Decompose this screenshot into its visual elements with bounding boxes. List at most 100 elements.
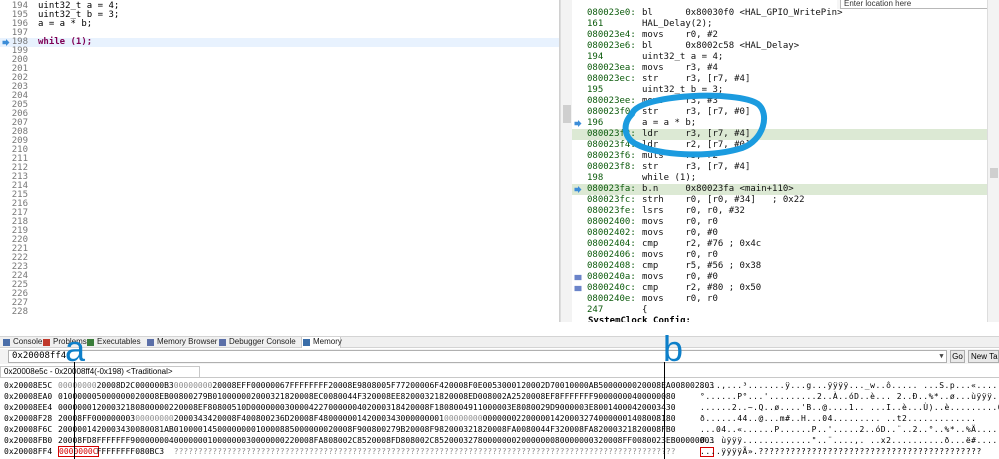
memory-word[interactable]: 20003278 xyxy=(444,435,483,446)
memory-word[interactable]: 0800279B xyxy=(174,391,213,402)
memory-word[interactable]: 010000AB xyxy=(560,380,599,391)
memory-word[interactable]: 00000067 xyxy=(251,380,290,391)
memory-word[interactable]: 20008F18 xyxy=(405,402,444,413)
go-button[interactable]: Go xyxy=(950,350,965,363)
memory-grid[interactable]: 0x20008E5C 00000000 20008D2C 000000B3 000000… xyxy=(0,377,999,459)
memory-word[interactable]: 00000004 xyxy=(598,391,637,402)
disassembly-view[interactable]: 080023e0: bl 0x80030f0 <HAL_GPIO_WritePin… xyxy=(572,0,999,322)
memory-word[interactable]: 00000003 xyxy=(251,402,290,413)
editor-scrollbar-thumb[interactable] xyxy=(563,105,571,123)
memory-word[interactable]: ???????? xyxy=(598,446,637,457)
memory-word[interactable]: 080029D9 xyxy=(521,402,560,413)
memory-word[interactable]: 50000000 xyxy=(97,391,136,402)
memory-word[interactable]: 20008EA0 xyxy=(637,380,676,391)
memory-word[interactable]: 000003E8 xyxy=(483,402,522,413)
memory-word[interactable]: ???????? xyxy=(483,446,522,457)
memory-word[interactable]: FFFFFFF9 xyxy=(97,435,136,446)
memory-word[interactable]: 00000040 xyxy=(328,402,367,413)
memory-word[interactable]: FFFFFFFF xyxy=(97,446,136,457)
memory-word[interactable]: 0800236D xyxy=(251,413,290,424)
memory-word[interactable]: 20008D2C xyxy=(97,380,136,391)
memory-word[interactable]: 200006F4 xyxy=(405,380,444,391)
memory-word[interactable]: 20008EB0 xyxy=(135,391,174,402)
memory-word[interactable]: 20008FA8 xyxy=(290,435,329,446)
memory-word[interactable]: ???????? xyxy=(328,446,367,457)
memory-word[interactable]: 00000014 xyxy=(328,413,367,424)
memory-word[interactable]: 00000000 xyxy=(174,380,213,391)
disassembly-scrollbar-thumb[interactable] xyxy=(990,168,998,178)
memory-word[interactable]: 20008FD8 xyxy=(58,435,97,446)
memory-word[interactable]: FFFFFFF9 xyxy=(560,391,599,402)
memory-word[interactable]: 00004227 xyxy=(290,402,329,413)
memory-word[interactable]: 080023EB xyxy=(637,435,676,446)
memory-word[interactable]: 08008180 xyxy=(637,413,676,424)
memory-word[interactable]: 20003184 xyxy=(367,402,406,413)
memory-word[interactable]: 00000001 xyxy=(58,402,97,413)
memory-word[interactable]: 01000088 xyxy=(251,424,290,435)
memory-word[interactable]: 08000002 xyxy=(135,402,174,413)
memory-rendering-tab[interactable]: 0x20008e5c - 0x20008ff4(-0x198) <Traditi… xyxy=(0,366,200,377)
memory-word[interactable]: 20008EE8 xyxy=(367,391,406,402)
memory-word[interactable]: 00000014 xyxy=(598,413,637,424)
memory-word[interactable]: 20008EC0 xyxy=(290,391,329,402)
memory-word[interactable]: 080081AB xyxy=(135,424,174,435)
memory-word[interactable]: 50000000 xyxy=(290,424,329,435)
memory-word[interactable]: ???????? xyxy=(174,446,213,457)
tab-memory-browser[interactable]: Memory Browser xyxy=(146,337,217,348)
new-tab-button[interactable]: New Tab xyxy=(968,350,999,363)
tab-debugger-console[interactable]: Debugger Console xyxy=(218,337,299,348)
memory-word[interactable]: 20008F40 xyxy=(212,413,251,424)
memory-word[interactable]: 00530001 xyxy=(483,380,522,391)
memory-word[interactable]: 20003218 xyxy=(405,391,444,402)
memory-word[interactable]: 080044F3 xyxy=(328,391,367,402)
memory-word[interactable]: 20008F48 xyxy=(290,413,329,424)
memory-word[interactable]: 20003218 xyxy=(97,402,136,413)
memory-word[interactable]: 20008F0E xyxy=(444,380,483,391)
memory-word[interactable]: 00000000 xyxy=(58,380,97,391)
memory-word[interactable]: 00000002 xyxy=(483,413,522,424)
memory-word[interactable]: 20008FF0 xyxy=(58,413,97,424)
memory-word[interactable]: ???????? xyxy=(212,446,251,457)
memory-word[interactable]: 20008EF8 xyxy=(174,402,213,413)
memory-word[interactable]: 0800279B xyxy=(367,424,406,435)
memory-word[interactable]: ???????? xyxy=(367,446,406,457)
memory-word[interactable]: 20008FA0 xyxy=(483,424,522,435)
memory-word[interactable]: 50000000 xyxy=(212,424,251,435)
memory-word[interactable]: 00000001 xyxy=(174,435,213,446)
memory-word[interactable]: 01000000 xyxy=(212,391,251,402)
memory-word[interactable]: 00000003 xyxy=(97,413,136,424)
memory-word[interactable]: 0800510D xyxy=(212,402,251,413)
memory-word[interactable]: 20002D70 xyxy=(521,380,560,391)
address-dropdown-icon[interactable]: ▼ xyxy=(937,351,946,362)
memory-word[interactable]: 20008F90 xyxy=(328,424,367,435)
memory-word[interactable]: 20003218 xyxy=(444,424,483,435)
memory-word[interactable]: ???????? xyxy=(637,446,676,457)
memory-word[interactable]: 01000014 xyxy=(174,424,213,435)
memory-word[interactable]: 00000002 xyxy=(251,435,290,446)
memory-word[interactable]: ???????? xyxy=(444,446,483,457)
memory-word[interactable]: ???????? xyxy=(290,446,329,457)
memory-word[interactable]: 000000B3 xyxy=(135,380,174,391)
memory-word[interactable]: 08002C85 xyxy=(405,435,444,446)
memory-word[interactable]: 00000002 xyxy=(483,435,522,446)
memory-word[interactable]: 00000004 xyxy=(135,435,174,446)
memory-word[interactable]: 08004911 xyxy=(444,402,483,413)
memory-word[interactable]: 20003218 xyxy=(251,391,290,402)
memory-word[interactable]: 00000000 xyxy=(135,413,174,424)
memory-word[interactable]: 080BC3 xyxy=(135,446,164,457)
memory-word[interactable]: 20008FD8 xyxy=(367,435,406,446)
memory-word[interactable]: 080044F3 xyxy=(521,424,560,435)
memory-word[interactable]: 20003274 xyxy=(560,413,599,424)
memory-word[interactable]: 20003430 xyxy=(367,413,406,424)
memory-word[interactable]: 20008EFF xyxy=(212,380,251,391)
memory-word[interactable]: 20008ED0 xyxy=(444,391,483,402)
location-input[interactable]: Enter location here xyxy=(840,0,990,9)
memory-word[interactable]: ???????? xyxy=(521,446,560,457)
memory-word[interactable]: 20003430 xyxy=(637,402,676,413)
memory-word[interactable]: 20008E98 xyxy=(328,380,367,391)
memory-word[interactable]: ???????? xyxy=(560,446,599,457)
tab-console[interactable]: Console xyxy=(2,337,42,348)
memory-word[interactable]: 0000000C xyxy=(58,446,99,457)
memory-word[interactable]: 20008FB0 xyxy=(637,424,676,435)
memory-word[interactable]: 01000000 xyxy=(58,391,97,402)
